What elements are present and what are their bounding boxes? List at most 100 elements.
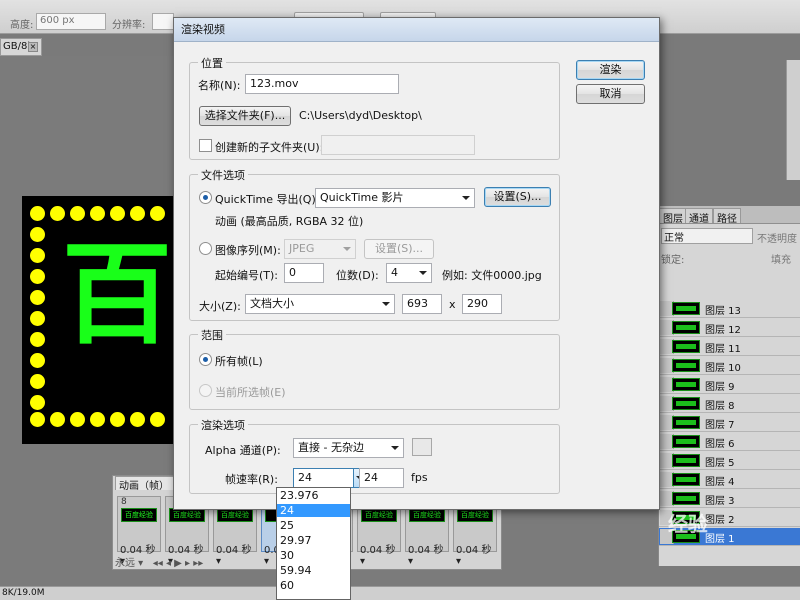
fps-input[interactable]: 24 (359, 468, 404, 488)
name-input[interactable]: 123.mov (245, 74, 399, 94)
frame-duration[interactable]: 0.04 秒▾ (456, 541, 496, 567)
frame-thumbnail: 百度经验 (169, 508, 205, 522)
layer-row[interactable]: 图层 11 (659, 338, 800, 356)
frame-duration[interactable]: 0.04 秒▾ (408, 541, 448, 567)
fps-option[interactable]: 30 (277, 549, 350, 562)
layer-name: 图层 5 (705, 458, 735, 469)
tab-layers[interactable]: 图层 (659, 208, 687, 225)
quicktime-settings-button[interactable]: 设置(S)... (484, 187, 551, 207)
fps-dropdown-list: 23.976 24 25 29.97 30 59.94 60 (276, 487, 351, 600)
file-options-title: 文件选项 (198, 167, 248, 183)
location-group: 位置 名称(N): 123.mov 选择文件夹(F)... C:\Users\d… (189, 55, 560, 160)
layer-row[interactable]: 图层 4 (659, 471, 800, 489)
layer-row[interactable]: 图层 7 (659, 414, 800, 432)
decor-dot (30, 374, 45, 389)
alpha-select[interactable]: 直接 - 无杂边 (293, 438, 404, 458)
quicktime-format-select[interactable]: QuickTime 影片 (315, 188, 475, 208)
height-field[interactable]: 600 px (36, 13, 106, 30)
new-subfolder-input[interactable] (321, 135, 475, 155)
fps-select[interactable]: 24 (293, 468, 369, 488)
animation-tab[interactable]: 动画（帧） (115, 476, 175, 492)
decor-dot (70, 412, 85, 427)
layer-row[interactable]: 图层 8 (659, 395, 800, 413)
current-frames-label: 当前所选帧(E) (215, 386, 286, 399)
decor-dot (70, 206, 85, 221)
decor-dot (30, 353, 45, 368)
location-group-title: 位置 (198, 55, 226, 71)
fps-option[interactable]: 60 (277, 579, 350, 592)
digits-select[interactable]: 4 (386, 263, 432, 283)
fps-option[interactable]: 59.94 (277, 564, 350, 577)
layer-row[interactable]: 图层 9 (659, 376, 800, 394)
image-sequence-format-select[interactable]: JPEG (284, 239, 356, 259)
fps-option[interactable]: 25 (277, 519, 350, 532)
image-sequence-radio[interactable] (199, 242, 212, 255)
blend-mode-select[interactable]: 正常 (661, 228, 753, 244)
animation-frame[interactable]: 8 百度经验 0.04 秒▾ (117, 496, 161, 567)
digits-label: 位数(D): (336, 269, 379, 282)
dialog-title: 渲染视频 (174, 18, 659, 42)
tab-channels[interactable]: 通道 (685, 208, 713, 225)
all-frames-radio[interactable] (199, 353, 212, 366)
layer-row[interactable]: 图层 10 (659, 357, 800, 375)
layer-name: 图层 2 (705, 515, 735, 526)
all-frames-label: 所有帧(L) (215, 355, 263, 368)
frame-thumbnail: 百度经验 (121, 508, 157, 522)
decor-dot (150, 206, 165, 221)
size-x-label: x (449, 298, 456, 311)
cancel-button[interactable]: 取消 (576, 84, 645, 104)
decor-dot (110, 412, 125, 427)
loop-select[interactable]: 永远 ▾ ◂◂ ◂ ▶ ▸ ▸▸ (115, 554, 203, 569)
start-number-input[interactable]: 0 (284, 263, 324, 283)
layer-row[interactable]: 图层 5 (659, 452, 800, 470)
new-subfolder-checkbox[interactable] (199, 139, 212, 152)
chevron-down-icon (462, 196, 470, 200)
frame-thumbnail: 百度经验 (409, 508, 445, 522)
decor-dot (90, 206, 105, 221)
decor-dot (30, 332, 45, 347)
layer-row[interactable]: 图层 3 (659, 490, 800, 508)
tab-paths[interactable]: 路径 (713, 208, 741, 225)
decor-dot (30, 227, 45, 242)
start-number-label: 起始编号(T): (215, 269, 279, 282)
new-subfolder-label: 创建新的子文件夹(U): (215, 141, 324, 154)
opacity-label: 不透明度 (757, 234, 797, 245)
size-value: 文档大小 (250, 297, 294, 310)
right-dock[interactable] (786, 60, 800, 180)
width-input[interactable]: 693 (402, 294, 442, 314)
size-select[interactable]: 文档大小 (245, 294, 395, 314)
fps-option[interactable]: 23.976 (277, 489, 350, 502)
status-bar: 8K/19.0M (0, 586, 800, 600)
height-input[interactable]: 290 (462, 294, 502, 314)
layer-row[interactable]: 图层 13 (659, 300, 800, 318)
image-sequence-settings-button[interactable]: 设置(S)... (364, 239, 434, 259)
layer-name: 图层 1 (705, 534, 735, 545)
layer-thumbnail (672, 492, 700, 505)
decor-dot (130, 412, 145, 427)
fps-option[interactable]: 24 (277, 504, 350, 517)
fps-unit: fps (411, 471, 428, 484)
quicktime-radio[interactable] (199, 191, 212, 204)
render-video-dialog: 渲染视频 渲染 取消 位置 名称(N): 123.mov 选择文件夹(F)...… (173, 17, 660, 510)
frame-duration[interactable]: 0.04 秒▾ (360, 541, 400, 567)
layer-row[interactable]: 图层 12 (659, 319, 800, 337)
resolution-field[interactable] (152, 13, 174, 30)
frame-number: 8 (121, 497, 127, 507)
example-text: 例如: 文件0000.jpg (442, 269, 542, 282)
layer-row[interactable]: 图层 6 (659, 433, 800, 451)
render-options-title: 渲染选项 (198, 417, 248, 433)
layer-thumbnail (672, 321, 700, 334)
close-icon[interactable]: × (28, 42, 38, 52)
chevron-down-icon (391, 446, 399, 450)
document-tab[interactable]: GB/8) × (0, 38, 42, 56)
render-button[interactable]: 渲染 (576, 60, 645, 80)
layer-thumbnail (672, 473, 700, 486)
matte-color-swatch[interactable] (412, 438, 432, 456)
current-frames-radio[interactable] (199, 384, 212, 397)
decor-dot (50, 206, 65, 221)
decor-dot (30, 311, 45, 326)
frame-duration[interactable]: 0.04 秒▾ (216, 541, 256, 567)
choose-folder-button[interactable]: 选择文件夹(F)... (199, 106, 291, 126)
fps-option[interactable]: 29.97 (277, 534, 350, 547)
layer-thumbnail (672, 378, 700, 391)
